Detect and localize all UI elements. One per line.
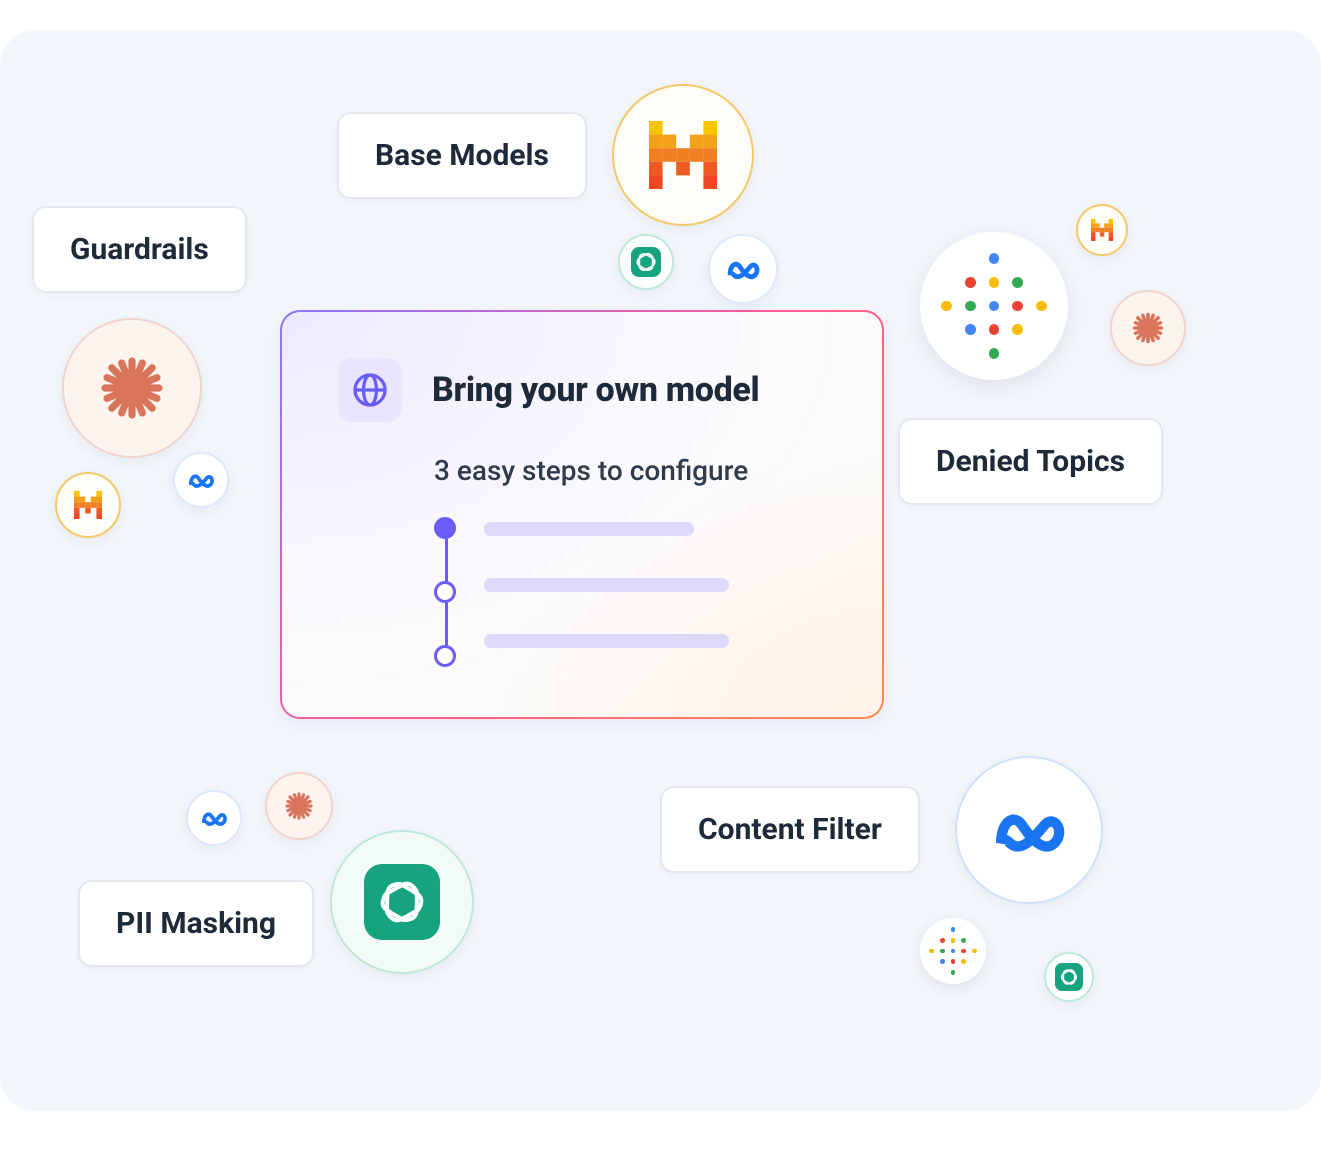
meta-icon (708, 234, 778, 304)
openai-icon (330, 830, 474, 974)
card-inner: Bring your own model 3 easy steps to con… (282, 312, 882, 717)
openai-icon (1044, 952, 1094, 1002)
step-dot-3 (434, 645, 456, 667)
openai-icon (618, 234, 674, 290)
claude-icon (62, 318, 202, 458)
meta-icon (186, 790, 242, 846)
card-title: Bring your own model (432, 370, 759, 410)
chip-guardrails: Guardrails (32, 206, 247, 293)
chip-denied-topics: Denied Topics (898, 418, 1163, 505)
google-icon (920, 232, 1068, 380)
step-placeholder-bar (484, 634, 729, 648)
meta-icon (955, 756, 1103, 904)
step-dot-1 (434, 517, 456, 539)
byom-card: Bring your own model 3 easy steps to con… (280, 310, 884, 719)
concept-diagram: Bring your own model 3 easy steps to con… (0, 30, 1321, 1111)
meta-icon (173, 452, 229, 508)
card-subtitle: 3 easy steps to configure (434, 454, 830, 487)
steps-indicator (434, 517, 830, 667)
mistral-icon (1076, 204, 1128, 256)
mistral-icon (55, 472, 121, 538)
step-placeholder-bar (484, 522, 694, 536)
step-placeholder-bar (484, 578, 729, 592)
mistral-icon (612, 84, 754, 226)
step-dot-2 (434, 581, 456, 603)
globe-icon (338, 358, 402, 422)
chip-base-models: Base Models (337, 112, 587, 199)
claude-icon (1110, 290, 1186, 366)
google-icon (920, 918, 986, 984)
chip-content-filter: Content Filter (660, 786, 920, 873)
claude-icon (265, 772, 333, 840)
chip-pii-masking: PII Masking (78, 880, 314, 967)
